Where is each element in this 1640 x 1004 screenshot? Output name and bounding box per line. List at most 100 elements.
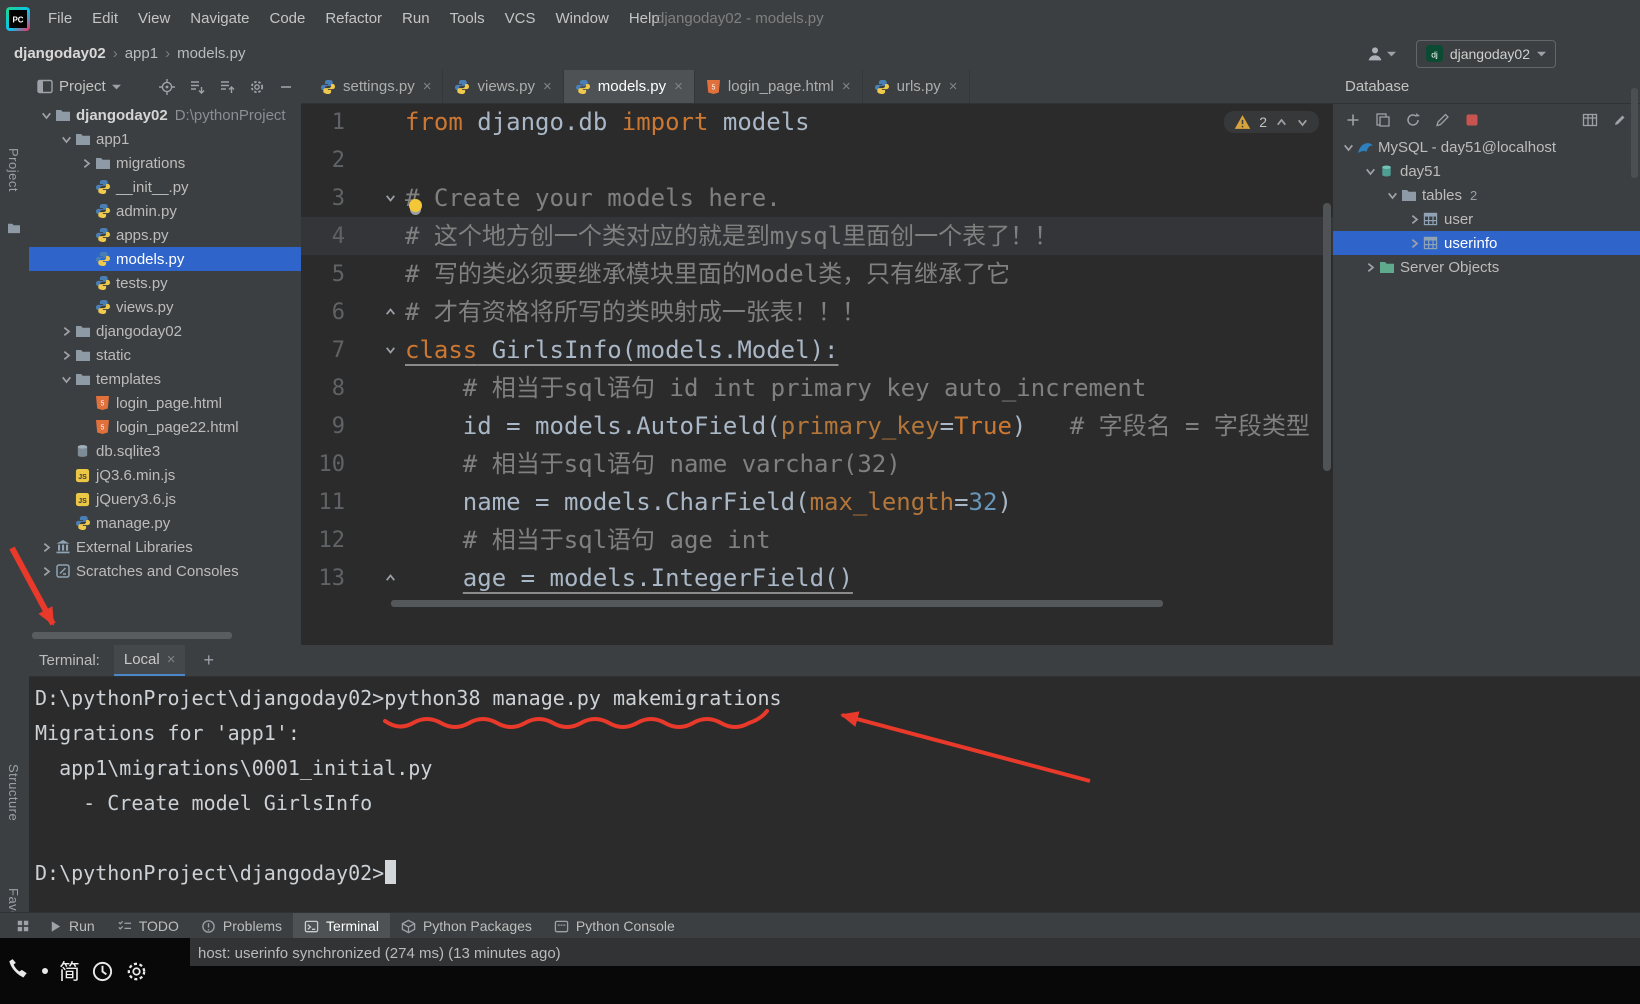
code-line-6[interactable]: 6 # 才有资格将所写的类映射成一张表！！！ bbox=[301, 293, 1333, 331]
code-line-9[interactable]: 9 id = models.AutoField(primary_key=True… bbox=[301, 407, 1333, 445]
db-item-userinfo[interactable]: userinfo bbox=[1333, 231, 1640, 255]
chevron-down-icon[interactable] bbox=[1361, 165, 1379, 178]
toolwindow-run[interactable]: Run bbox=[38, 913, 106, 939]
menu-vcs[interactable]: VCS bbox=[495, 10, 546, 27]
data-view-icon[interactable] bbox=[1582, 112, 1598, 128]
code-line-13[interactable]: 13 age = models.IntegerField() bbox=[301, 559, 1333, 597]
edit-icon[interactable] bbox=[1612, 112, 1628, 128]
tool-stripe-project[interactable]: Project bbox=[6, 148, 21, 192]
chevron-right-icon[interactable] bbox=[77, 157, 95, 170]
project-item-djangoday02[interactable]: djangoday02 bbox=[29, 319, 301, 343]
chevron-down-icon[interactable] bbox=[57, 133, 75, 146]
code-line-8[interactable]: 8 # 相当于sql语句 id int primary key auto_inc… bbox=[301, 369, 1333, 407]
project-item-jquery3-6-js[interactable]: JS jQuery3.6.js bbox=[29, 487, 301, 511]
chevron-down-icon[interactable] bbox=[57, 373, 75, 386]
collapse-all-icon[interactable] bbox=[219, 79, 235, 95]
code-line-10[interactable]: 10 # 相当于sql语句 name varchar(32) bbox=[301, 445, 1333, 483]
tab-close-icon[interactable]: × bbox=[949, 78, 958, 95]
duplicate-icon[interactable] bbox=[1375, 112, 1391, 128]
code-line-12[interactable]: 12 # 相当于sql语句 age int bbox=[301, 521, 1333, 559]
gear-icon[interactable] bbox=[125, 960, 148, 983]
project-item--init-py[interactable]: __init__.py bbox=[29, 175, 301, 199]
code-line-3[interactable]: 3 # Create your models here. bbox=[301, 179, 1333, 217]
tool-window-switcher-icon[interactable] bbox=[8, 913, 38, 939]
clock-icon[interactable] bbox=[91, 960, 114, 983]
phone-icon[interactable] bbox=[5, 958, 31, 984]
project-item-scratches-and-consoles[interactable]: Scratches and Consoles bbox=[29, 559, 301, 583]
pycharm-logo-icon[interactable]: PC bbox=[6, 6, 30, 31]
db-item-server-objects[interactable]: Server Objects bbox=[1333, 255, 1640, 279]
chevron-right-icon[interactable] bbox=[1361, 261, 1379, 274]
expand-all-icon[interactable] bbox=[189, 79, 205, 95]
editor-tab-urls-py[interactable]: urls.py × bbox=[863, 70, 970, 103]
code-line-2[interactable]: 2 bbox=[301, 141, 1333, 179]
project-item-db-sqlite3[interactable]: db.sqlite3 bbox=[29, 439, 301, 463]
terminal-output[interactable]: D:\pythonProject\djangoday02>python38 ma… bbox=[35, 676, 1640, 912]
project-item-login-page22-html[interactable]: 5 login_page22.html bbox=[29, 415, 301, 439]
code-line-7[interactable]: 7 class GirlsInfo(models.Model): bbox=[301, 331, 1333, 369]
editor-tab-login-page-html[interactable]: 5 login_page.html × bbox=[695, 70, 863, 103]
editor-tab-views-py[interactable]: views.py × bbox=[443, 70, 564, 103]
horizontal-scrollbar[interactable] bbox=[32, 632, 232, 639]
ime-language-indicator[interactable]: 简 bbox=[59, 956, 80, 986]
chevron-right-icon[interactable] bbox=[57, 325, 75, 338]
chevron-down-icon[interactable] bbox=[1339, 141, 1357, 154]
project-item-external-libraries[interactable]: External Libraries bbox=[29, 535, 301, 559]
menu-code[interactable]: Code bbox=[259, 10, 315, 27]
breadcrumb-item-app1[interactable]: app1 bbox=[125, 45, 158, 62]
project-item-app1[interactable]: app1 bbox=[29, 127, 301, 151]
chevron-right-icon[interactable] bbox=[37, 541, 55, 554]
tool-stripe-structure[interactable]: Structure bbox=[6, 764, 21, 821]
project-item-migrations[interactable]: migrations bbox=[29, 151, 301, 175]
project-item-tests-py[interactable]: tests.py bbox=[29, 271, 301, 295]
toolwindow-terminal[interactable]: Terminal bbox=[293, 913, 390, 939]
terminal-tab-local[interactable]: Local × bbox=[113, 645, 186, 676]
menu-view[interactable]: View bbox=[128, 10, 180, 27]
project-item-apps-py[interactable]: apps.py bbox=[29, 223, 301, 247]
db-item-tables[interactable]: tables 2 bbox=[1333, 183, 1640, 207]
project-item-static[interactable]: static bbox=[29, 343, 301, 367]
next-warning-icon[interactable] bbox=[1296, 116, 1309, 129]
project-item-login-page-html[interactable]: 5 login_page.html bbox=[29, 391, 301, 415]
db-item-user[interactable]: user bbox=[1333, 207, 1640, 231]
chevron-right-icon[interactable] bbox=[37, 565, 55, 578]
locate-file-icon[interactable] bbox=[159, 78, 175, 95]
menu-tools[interactable]: Tools bbox=[440, 10, 495, 27]
editor-tab-settings-py[interactable]: settings.py × bbox=[309, 70, 444, 103]
project-item-manage-py[interactable]: manage.py bbox=[29, 511, 301, 535]
close-icon[interactable]: × bbox=[167, 651, 176, 668]
project-item-views-py[interactable]: views.py bbox=[29, 295, 301, 319]
settings-icon[interactable] bbox=[249, 79, 265, 95]
menu-refactor[interactable]: Refactor bbox=[315, 10, 392, 27]
project-item-admin-py[interactable]: admin.py bbox=[29, 199, 301, 223]
breadcrumb-item-models-py[interactable]: models.py bbox=[177, 45, 245, 62]
prev-warning-icon[interactable] bbox=[1275, 116, 1288, 129]
code-editor[interactable]: 1 from django.db import models 2 3 # Create … bbox=[301, 103, 1333, 645]
db-item-day51[interactable]: day51 bbox=[1333, 159, 1640, 183]
refresh-icon[interactable] bbox=[1405, 112, 1421, 128]
add-datasource-icon[interactable] bbox=[1345, 112, 1361, 128]
chevron-right-icon[interactable] bbox=[1405, 213, 1423, 226]
vertical-scrollbar[interactable] bbox=[1323, 203, 1331, 471]
db-item-mysql-day51-localhost[interactable]: MySQL - day51@localhost bbox=[1333, 135, 1640, 159]
tab-close-icon[interactable]: × bbox=[674, 78, 683, 95]
tab-close-icon[interactable]: × bbox=[543, 78, 552, 95]
chevron-down-icon[interactable] bbox=[1383, 189, 1401, 202]
project-item-djangoday02[interactable]: djangoday02 D:\pythonProject bbox=[29, 103, 301, 127]
toolwindow-problems[interactable]: Problems bbox=[190, 913, 293, 939]
tab-close-icon[interactable]: × bbox=[423, 78, 432, 95]
run-config-select[interactable]: dj djangoday02 bbox=[1415, 39, 1556, 68]
menu-navigate[interactable]: Navigate bbox=[180, 10, 259, 27]
project-item-jq3-6-min-js[interactable]: JS jQ3.6.min.js bbox=[29, 463, 301, 487]
chevron-down-icon[interactable] bbox=[37, 109, 55, 122]
code-line-4[interactable]: 4 # 这个地方创一个类对应的就是到mysql里面创一个表了！！ bbox=[301, 217, 1333, 255]
code-line-1[interactable]: 1 from django.db import models bbox=[301, 103, 1333, 141]
chevron-right-icon[interactable] bbox=[57, 349, 75, 362]
toolwindow-python-console[interactable]: Python Console bbox=[543, 913, 686, 939]
user-account-button[interactable] bbox=[1366, 45, 1396, 63]
editor-tab-models-py[interactable]: models.py × bbox=[563, 70, 695, 103]
chevron-down-icon[interactable] bbox=[111, 84, 121, 90]
new-terminal-tab-button[interactable]: + bbox=[199, 650, 218, 671]
project-panel-title[interactable]: Project bbox=[59, 78, 106, 95]
menu-file[interactable]: File bbox=[38, 10, 82, 27]
